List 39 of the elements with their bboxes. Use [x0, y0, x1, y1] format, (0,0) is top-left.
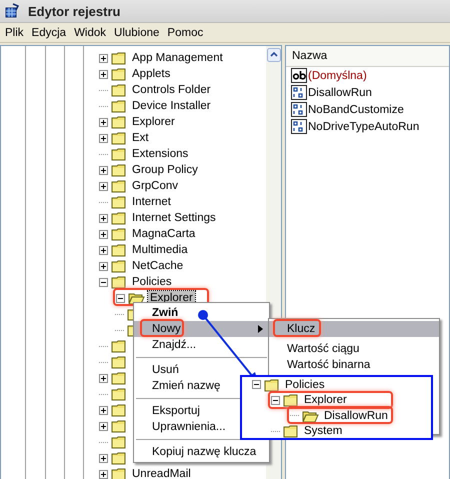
value-name[interactable]: (Domyślna) [308, 70, 367, 82]
menu-item[interactable]: Widok [74, 26, 106, 38]
tree-item: DisallowRun [323, 408, 389, 423]
value-name[interactable]: NoBandCustomize [308, 104, 404, 116]
tree-item: System [303, 424, 344, 438]
tree-item[interactable]: Applets [130, 67, 172, 81]
tree-item[interactable]: MagnaCarta [130, 227, 198, 241]
value-name[interactable]: DisallowRun [308, 86, 372, 98]
tree-item[interactable]: GrpConv [130, 179, 180, 193]
tree-item[interactable]: Explorer [130, 115, 177, 129]
tree-item: Policies [284, 378, 326, 392]
tree-item[interactable]: Internet [130, 195, 173, 209]
column-header[interactable]: Nazwa [286, 50, 328, 62]
tree-item: Explorer [303, 393, 348, 408]
tree-item[interactable]: Extensions [130, 147, 190, 161]
menu-item[interactable]: Nowy [134, 321, 269, 337]
tree-item[interactable]: UnreadMail [130, 467, 193, 479]
menu-item[interactable]: Znajdź... [134, 337, 269, 353]
tree-item[interactable]: NetCache [130, 259, 186, 273]
tree-item[interactable]: Controls Folder [130, 83, 213, 97]
menu-item[interactable]: Wartość binarna [269, 357, 439, 373]
menu-item[interactable]: Wartość ciągu [269, 341, 439, 357]
menu-item[interactable]: Edycja [32, 26, 66, 38]
tree-item[interactable]: Group Policy [130, 163, 200, 177]
menu-item[interactable]: Ulubione [114, 26, 160, 38]
window-title: Edytor rejestru [28, 4, 120, 18]
tree-item[interactable]: Internet Settings [130, 211, 218, 225]
menu-item[interactable]: Klucz [269, 321, 439, 337]
tree-item[interactable]: App Management [130, 51, 225, 65]
tree-item[interactable]: Device Installer [130, 99, 213, 113]
value-name[interactable]: NoDriveTypeAutoRun [308, 120, 420, 132]
tree-item[interactable]: Multimedia [130, 243, 190, 257]
menu-item[interactable]: Kopiuj nazwę klucza [134, 444, 269, 460]
tree-item[interactable]: Policies [130, 275, 174, 289]
menu-item[interactable]: Pomoc [167, 26, 204, 38]
menu-item[interactable]: Zwiń [134, 305, 269, 321]
tree-item[interactable]: Ext [130, 131, 151, 145]
menu-item[interactable]: Plik [5, 26, 24, 38]
menu-item[interactable]: Usuń [134, 362, 269, 378]
